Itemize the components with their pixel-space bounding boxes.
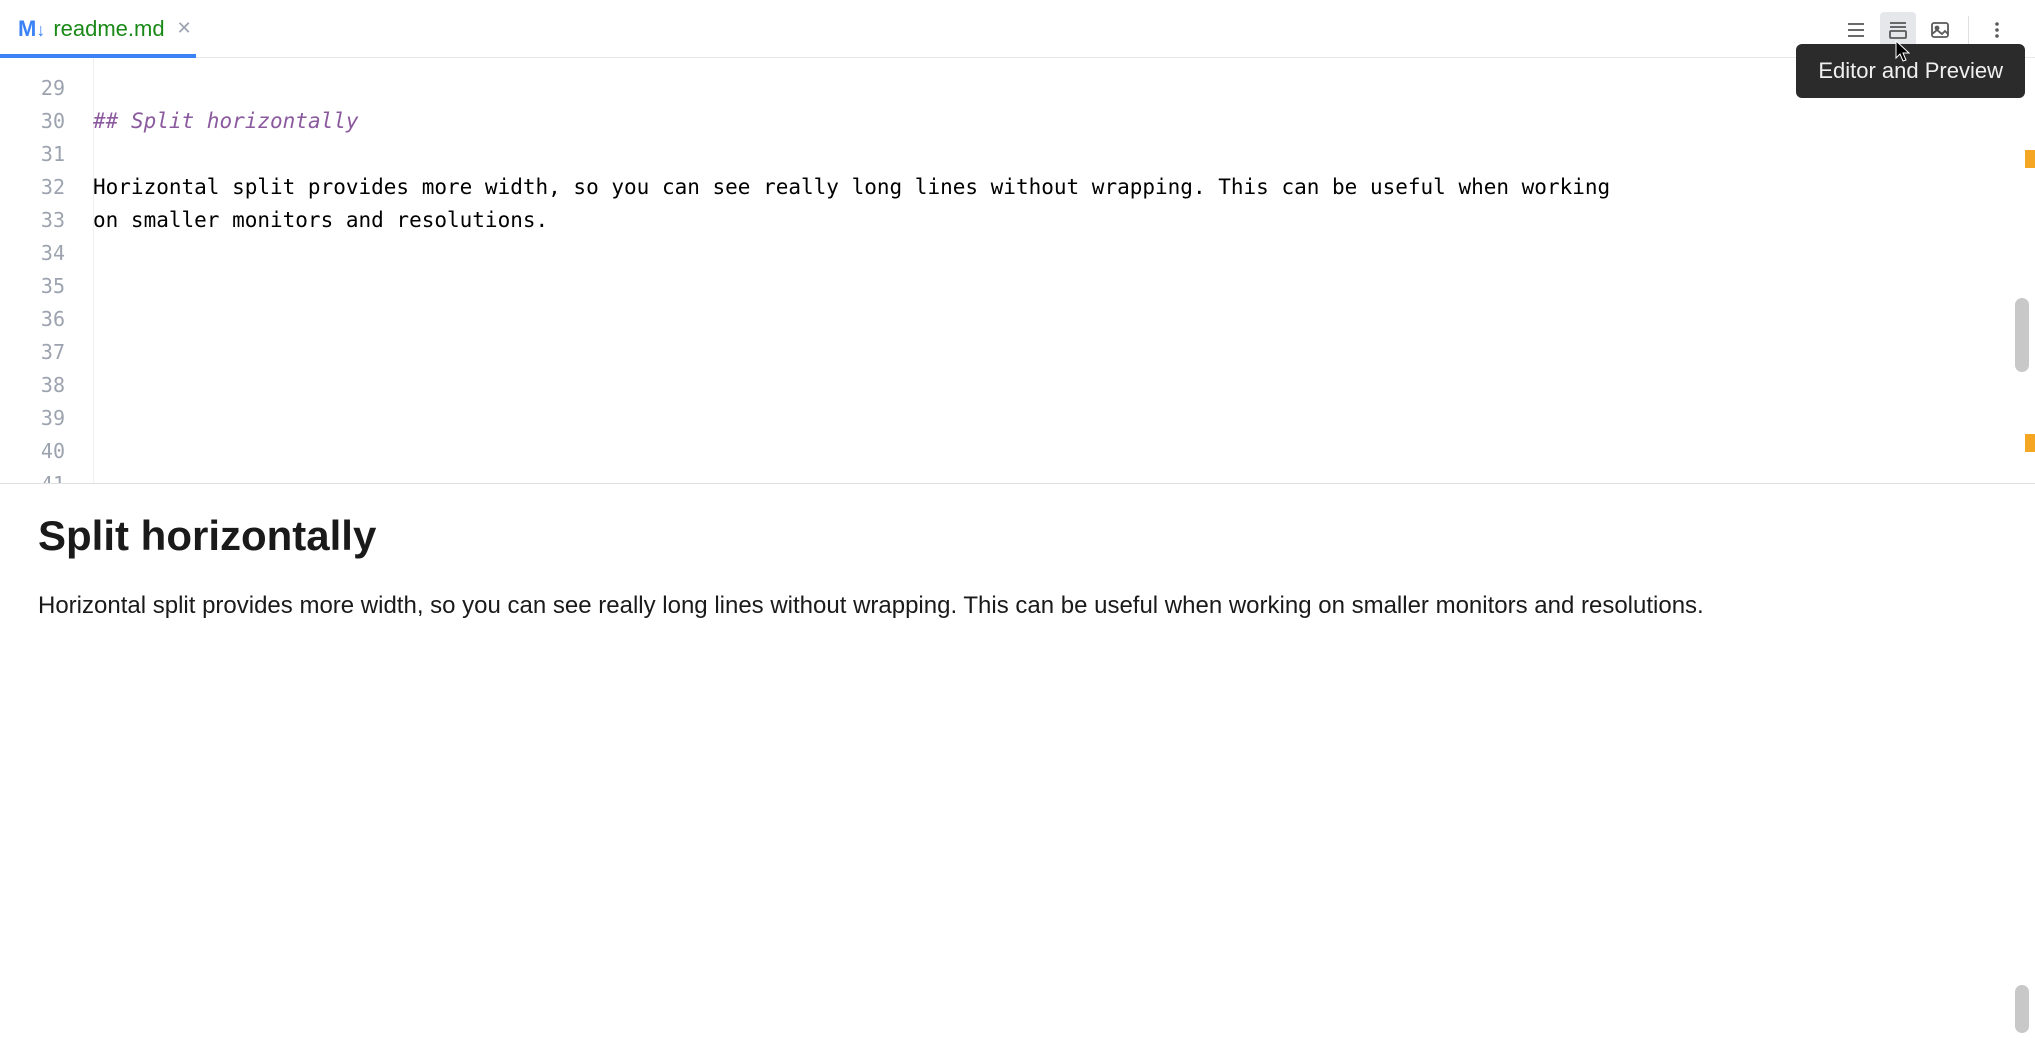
line-number: 29 [0,72,65,105]
editor-only-icon[interactable] [1838,12,1874,48]
line-number-gutter: 29 30 31 32 33 34 35 36 37 38 39 40 41 [0,58,93,483]
editor-line: on smaller monitors and resolutions. [93,204,2035,237]
markdown-file-icon: M↓ [18,16,45,42]
preview-heading: Split horizontally [38,512,1997,560]
scrollbar-thumb[interactable] [2015,985,2029,1033]
editor-line [93,303,2035,336]
tab-filename: readme.md [53,16,164,42]
line-number: 40 [0,435,65,468]
editor-scrollbar[interactable] [2015,298,2031,438]
line-number: 37 [0,336,65,369]
editor-line [93,369,2035,402]
tooltip-editor-and-preview: Editor and Preview [1796,44,2025,98]
editor-line [93,72,2035,105]
editor-line: ## Split horizontally [93,105,2035,138]
editor-line [93,138,2035,171]
toolbar-right [1838,12,2015,48]
editor-content[interactable]: ## Split horizontally Horizontal split p… [93,58,2035,483]
line-number: 34 [0,237,65,270]
preview-pane: Split horizontally Horizontal split prov… [0,483,2035,1047]
line-number: 36 [0,303,65,336]
line-number: 30 [0,105,65,138]
editor-line [93,270,2035,303]
editor-line: Horizontal split provides more width, so… [93,171,2035,204]
more-options-icon[interactable] [1979,12,2015,48]
tab-readme[interactable]: M↓ readme.md ✕ [0,0,214,57]
line-number: 32 [0,171,65,204]
editor-and-preview-icon[interactable] [1880,12,1916,48]
editor-line [93,336,2035,369]
line-number: 35 [0,270,65,303]
editor-line [93,435,2035,468]
close-icon[interactable]: ✕ [173,14,196,43]
tab-bar: M↓ readme.md ✕ [0,0,2035,58]
preview-only-icon[interactable] [1922,12,1958,48]
line-number: 38 [0,369,65,402]
line-number: 31 [0,138,65,171]
preview-scrollbar[interactable] [2015,985,2031,1033]
toolbar-divider [1968,16,1969,44]
editor-line [93,402,2035,435]
preview-paragraph: Horizontal split provides more width, so… [38,588,1858,624]
editor-pane[interactable]: 29 30 31 32 33 34 35 36 37 38 39 40 41 #… [0,58,2035,483]
change-marker-icon [2025,150,2035,168]
line-number: 39 [0,402,65,435]
line-number: 33 [0,204,65,237]
scrollbar-thumb[interactable] [2015,298,2029,372]
editor-line [93,237,2035,270]
